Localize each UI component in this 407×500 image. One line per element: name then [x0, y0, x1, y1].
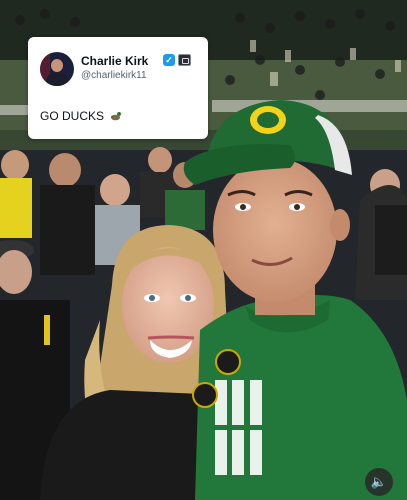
sound-toggle-button[interactable]: 🔈 — [365, 468, 393, 496]
speaker-icon: 🔈 — [370, 474, 388, 489]
tweet-card[interactable]: Charlie Kirk ✓ @charliekirk11 GO DUCKS — [28, 37, 208, 139]
user-handle[interactable]: @charliekirk11 — [81, 70, 147, 81]
duck-icon — [111, 112, 123, 121]
display-name[interactable]: Charlie Kirk — [81, 54, 148, 68]
verified-badge-icon: ✓ — [163, 54, 175, 66]
government-badge-icon — [178, 54, 191, 66]
tweet-text-content: GO DUCKS — [40, 109, 105, 123]
avatar[interactable] — [40, 52, 74, 86]
tweet-text: GO DUCKS — [40, 109, 123, 123]
